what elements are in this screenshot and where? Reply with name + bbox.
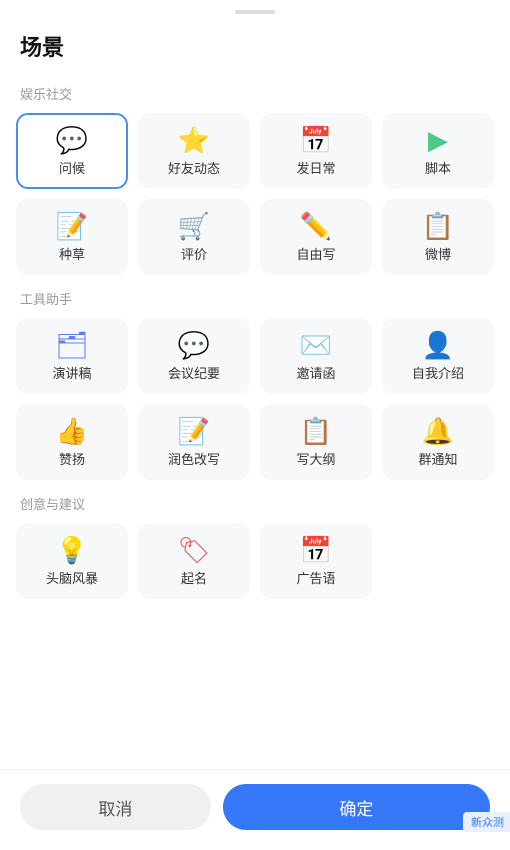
grid-item-praise[interactable]: 👍 赞扬 [16, 404, 128, 480]
naming-icon: 🏷 [177, 537, 210, 563]
plant-label: 种草 [59, 244, 85, 263]
rewrite-label: 润色改写 [168, 449, 220, 468]
grid-tools: 🗂 演讲稿 💬 会议纪要 ✉️ 邀请函 👤 自我介绍 👍 赞扬 📝 润色改写 📋 写大纲 🔔 群通知 [16, 318, 494, 480]
weibo-label: 微博 [425, 244, 451, 263]
grid-item-weibo[interactable]: 📋 微博 [382, 199, 494, 275]
speech-label: 演讲稿 [52, 363, 91, 382]
greeting-label: 问候 [59, 158, 85, 177]
watermark: 新众测 [463, 812, 510, 832]
notify-label: 群通知 [418, 449, 457, 468]
review-label: 评价 [181, 244, 207, 263]
invite-label: 邀请函 [296, 363, 335, 382]
meeting-icon: 💬 [178, 332, 210, 358]
grid-item-naming[interactable]: 🏷 起名 [138, 523, 250, 599]
daily-icon: 📅 [300, 127, 332, 153]
grid-item-intro[interactable]: 👤 自我介绍 [382, 318, 494, 394]
meeting-label: 会议纪要 [168, 363, 220, 382]
outline-icon: 📋 [300, 418, 332, 444]
grid-item-script[interactable]: ▶ 脚本 [382, 113, 494, 189]
grid-item-review[interactable]: 🛒 评价 [138, 199, 250, 275]
intro-label: 自我介绍 [412, 363, 464, 382]
slogan-icon: 📅 [300, 537, 332, 563]
grid-item-rewrite[interactable]: 📝 润色改写 [138, 404, 250, 480]
freewrite-icon: ✏️ [300, 213, 332, 239]
script-icon: ▶ [428, 127, 448, 153]
praise-icon: 👍 [56, 418, 88, 444]
friends-icon: ⭐ [178, 127, 210, 153]
page-container: 场景 娱乐社交 💬 问候 ⭐ 好友动态 📅 发日常 ▶ 脚本 📝 种草 🛒 评价 ✏️ 自由写 📋 微博工具助手… [0, 0, 510, 850]
daily-label: 发日常 [296, 158, 335, 177]
grid-item-slogan[interactable]: 📅 广告语 [260, 523, 372, 599]
invite-icon: ✉️ [300, 332, 332, 358]
naming-label: 起名 [181, 568, 207, 587]
grid-item-meeting[interactable]: 💬 会议纪要 [138, 318, 250, 394]
section-label-tools: 工具助手 [20, 289, 494, 308]
grid-item-invite[interactable]: ✉️ 邀请函 [260, 318, 372, 394]
bottom-bar: 取消 确定 [0, 769, 510, 850]
grid-item-daily[interactable]: 📅 发日常 [260, 113, 372, 189]
grid-item-friends[interactable]: ⭐ 好友动态 [138, 113, 250, 189]
rewrite-icon: 📝 [178, 418, 210, 444]
freewrite-label: 自由写 [296, 244, 335, 263]
intro-icon: 👤 [422, 332, 454, 358]
grid-item-speech[interactable]: 🗂 演讲稿 [16, 318, 128, 394]
speech-icon: 🗂 [55, 332, 88, 358]
weibo-icon: 📋 [422, 213, 454, 239]
page-title: 场景 [0, 14, 510, 70]
grid-item-brainstorm[interactable]: 💡 头脑风暴 [16, 523, 128, 599]
section-label-creative: 创意与建议 [20, 494, 494, 513]
praise-label: 赞扬 [59, 449, 85, 468]
greeting-icon: 💬 [56, 127, 88, 153]
brainstorm-icon: 💡 [56, 537, 88, 563]
section-label-entertainment: 娱乐社交 [20, 84, 494, 103]
script-label: 脚本 [425, 158, 451, 177]
cancel-button[interactable]: 取消 [20, 784, 211, 830]
review-icon: 🛒 [178, 213, 210, 239]
grid-creative: 💡 头脑风暴 🏷 起名 📅 广告语 [16, 523, 494, 599]
grid-item-greeting[interactable]: 💬 问候 [16, 113, 128, 189]
grid-item-plant[interactable]: 📝 种草 [16, 199, 128, 275]
grid-item-notify[interactable]: 🔔 群通知 [382, 404, 494, 480]
scroll-area: 娱乐社交 💬 问候 ⭐ 好友动态 📅 发日常 ▶ 脚本 📝 种草 🛒 评价 ✏️ 自由写 📋 微博工具助手 🗂 演讲… [0, 70, 510, 769]
slogan-label: 广告语 [296, 568, 335, 587]
confirm-button[interactable]: 确定 [223, 784, 490, 830]
plant-icon: 📝 [56, 213, 88, 239]
outline-label: 写大纲 [296, 449, 335, 468]
grid-item-freewrite[interactable]: ✏️ 自由写 [260, 199, 372, 275]
friends-label: 好友动态 [168, 158, 220, 177]
brainstorm-label: 头脑风暴 [46, 568, 98, 587]
grid-entertainment: 💬 问候 ⭐ 好友动态 📅 发日常 ▶ 脚本 📝 种草 🛒 评价 ✏️ 自由写 📋 微博 [16, 113, 494, 275]
grid-item-outline[interactable]: 📋 写大纲 [260, 404, 372, 480]
notify-icon: 🔔 [422, 418, 454, 444]
